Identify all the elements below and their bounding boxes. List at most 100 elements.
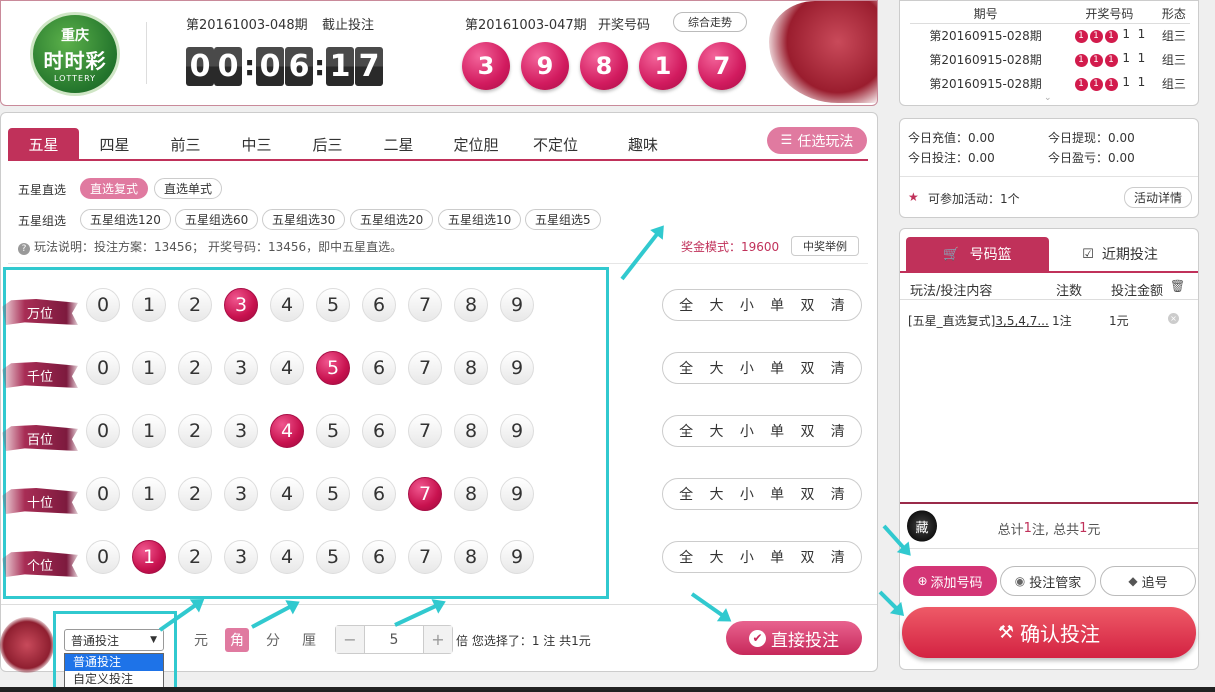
number-ball[interactable]: 9 xyxy=(500,477,534,511)
quick-select-option[interactable]: 全 xyxy=(679,484,693,504)
option-direct-compound[interactable]: 直选复式 xyxy=(80,178,149,199)
expand-chevron-icon[interactable]: ⌄ xyxy=(1044,93,1052,103)
number-ball[interactable]: 6 xyxy=(362,540,396,574)
number-ball[interactable]: 3 xyxy=(224,414,258,448)
option-group-60[interactable]: 五星组选60 xyxy=(175,209,259,230)
quick-select-option[interactable]: 大 xyxy=(709,547,723,567)
quick-select-option[interactable]: 小 xyxy=(740,421,754,441)
number-ball[interactable]: 4 xyxy=(270,414,304,448)
quick-select-option[interactable]: 单 xyxy=(770,358,784,378)
option-direct-single[interactable]: 直选单式 xyxy=(154,178,223,199)
number-ball[interactable]: 3 xyxy=(224,477,258,511)
number-ball[interactable]: 9 xyxy=(500,351,534,385)
number-ball[interactable]: 5 xyxy=(316,414,350,448)
quick-select-option[interactable]: 双 xyxy=(800,484,814,504)
quick-select-option[interactable]: 双 xyxy=(800,358,814,378)
number-ball[interactable]: 3 xyxy=(224,540,258,574)
tab-four-star[interactable]: 四星 xyxy=(79,128,150,161)
number-ball[interactable]: 5 xyxy=(316,477,350,511)
quick-select-option[interactable]: 全 xyxy=(679,358,693,378)
tab-number-basket[interactable]: 🛒 号码篮 xyxy=(906,237,1049,271)
add-number-button[interactable]: ⊕ 添加号码 xyxy=(903,566,997,596)
number-ball[interactable]: 8 xyxy=(454,540,488,574)
number-ball[interactable]: 9 xyxy=(500,288,534,322)
number-ball[interactable]: 1 xyxy=(132,477,166,511)
option-group-10[interactable]: 五星组选10 xyxy=(438,209,522,230)
number-ball[interactable]: 6 xyxy=(362,351,396,385)
unit-jiao[interactable]: 角 xyxy=(225,628,249,652)
number-ball[interactable]: 7 xyxy=(408,414,442,448)
option-group-5[interactable]: 五星组选5 xyxy=(525,209,601,230)
quick-select-option[interactable]: 大 xyxy=(709,295,723,315)
quick-select-option[interactable]: 小 xyxy=(740,547,754,567)
quick-select-option[interactable]: 清 xyxy=(831,421,845,441)
number-ball[interactable]: 5 xyxy=(316,540,350,574)
number-ball[interactable]: 7 xyxy=(408,351,442,385)
quick-select-option[interactable]: 清 xyxy=(831,358,845,378)
number-ball[interactable]: 7 xyxy=(408,288,442,322)
number-ball[interactable]: 9 xyxy=(500,414,534,448)
number-ball[interactable]: 4 xyxy=(270,288,304,322)
number-ball[interactable]: 5 xyxy=(316,288,350,322)
quick-select-option[interactable]: 全 xyxy=(679,421,693,441)
tab-position[interactable]: 定位胆 xyxy=(434,128,518,161)
quick-select-option[interactable]: 清 xyxy=(831,484,845,504)
number-ball[interactable]: 0 xyxy=(86,477,120,511)
number-ball[interactable]: 6 xyxy=(362,288,396,322)
basket-item-numbers[interactable]: 3,5,4,7... xyxy=(995,314,1048,328)
plus-button[interactable]: + xyxy=(424,626,452,653)
bet-manager-button[interactable]: ◉ 投注管家 xyxy=(1000,566,1096,596)
multiplier-input[interactable]: 5 xyxy=(364,626,424,653)
quick-select-option[interactable]: 大 xyxy=(709,358,723,378)
number-ball[interactable]: 2 xyxy=(178,477,212,511)
number-ball[interactable]: 7 xyxy=(408,477,442,511)
quick-select-option[interactable]: 单 xyxy=(770,421,784,441)
tab-back-three[interactable]: 后三 xyxy=(292,128,363,161)
quick-select-option[interactable]: 大 xyxy=(709,421,723,441)
option-group-30[interactable]: 五星组选30 xyxy=(262,209,346,230)
number-ball[interactable]: 5 xyxy=(316,351,350,385)
winning-example-button[interactable]: 中奖举例 xyxy=(791,236,859,256)
unit-li[interactable]: 厘 xyxy=(297,628,321,652)
trash-icon[interactable]: 🗑 xyxy=(1170,279,1185,293)
quick-select-option[interactable]: 清 xyxy=(831,295,845,315)
number-ball[interactable]: 0 xyxy=(86,540,120,574)
number-ball[interactable]: 8 xyxy=(454,351,488,385)
quick-select-option[interactable]: 双 xyxy=(800,547,814,567)
number-ball[interactable]: 8 xyxy=(454,288,488,322)
number-ball[interactable]: 2 xyxy=(178,540,212,574)
quick-select-option[interactable]: 单 xyxy=(770,484,784,504)
quick-select-option[interactable]: 小 xyxy=(740,358,754,378)
number-ball[interactable]: 3 xyxy=(224,351,258,385)
quick-select-option[interactable]: 小 xyxy=(740,484,754,504)
remove-item-icon[interactable]: × xyxy=(1168,313,1179,324)
number-ball[interactable]: 4 xyxy=(270,477,304,511)
number-ball[interactable]: 2 xyxy=(178,414,212,448)
number-ball[interactable]: 8 xyxy=(454,414,488,448)
number-ball[interactable]: 4 xyxy=(270,351,304,385)
number-ball[interactable]: 1 xyxy=(132,540,166,574)
tab-two-star[interactable]: 二星 xyxy=(363,128,434,161)
number-ball[interactable]: 4 xyxy=(270,540,304,574)
number-ball[interactable]: 2 xyxy=(178,288,212,322)
tab-five-star[interactable]: 五星 xyxy=(8,128,79,161)
bet-mode-select[interactable]: 普通投注 ▼ xyxy=(64,629,164,651)
number-ball[interactable]: 8 xyxy=(454,477,488,511)
quick-select-option[interactable]: 双 xyxy=(800,295,814,315)
number-ball[interactable]: 7 xyxy=(408,540,442,574)
number-ball[interactable]: 6 xyxy=(362,477,396,511)
trend-chart-button[interactable]: 综合走势 xyxy=(673,12,747,32)
number-ball[interactable]: 9 xyxy=(500,540,534,574)
quick-select-option[interactable]: 清 xyxy=(831,547,845,567)
number-ball[interactable]: 2 xyxy=(178,351,212,385)
bet-mode-option[interactable]: 普通投注 xyxy=(65,654,163,671)
optional-play-button[interactable]: ☰ 任选玩法 xyxy=(767,127,867,154)
quick-select-option[interactable]: 单 xyxy=(770,295,784,315)
minus-button[interactable]: − xyxy=(336,626,364,653)
number-ball[interactable]: 3 xyxy=(224,288,258,322)
bet-mode-option[interactable]: 自定义投注 xyxy=(65,671,163,688)
quick-select-option[interactable]: 大 xyxy=(709,484,723,504)
tab-recent-bets[interactable]: ☑ 近期投注 xyxy=(1050,237,1190,271)
chase-number-button[interactable]: ◆ 追号 xyxy=(1100,566,1196,596)
quick-select-option[interactable]: 全 xyxy=(679,295,693,315)
